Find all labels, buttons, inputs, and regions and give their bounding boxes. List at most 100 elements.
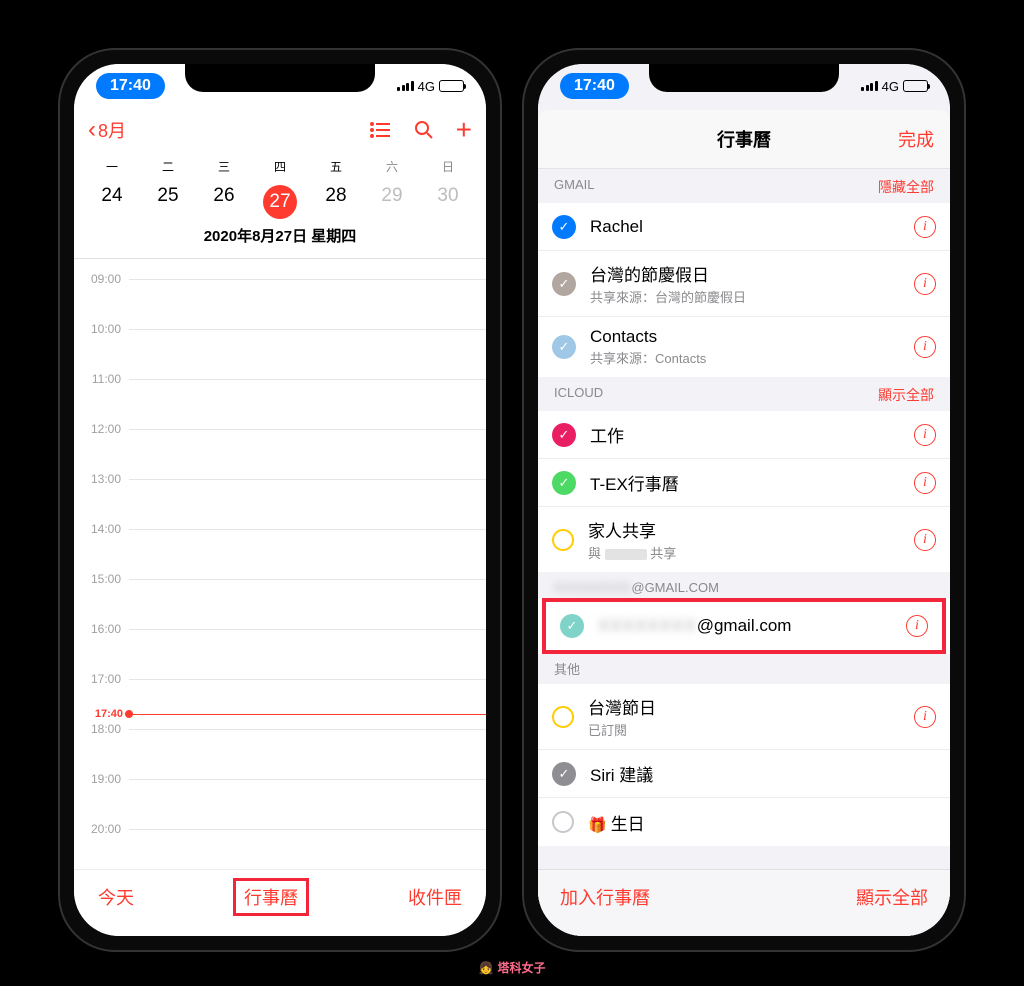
date-title: 2020年8月27日 星期四 xyxy=(84,225,476,252)
watermark: 👧塔科女子 xyxy=(479,959,546,976)
day-cell[interactable]: 26 xyxy=(196,179,252,225)
hour-label: 17:00 xyxy=(74,672,129,686)
search-icon[interactable] xyxy=(414,120,434,140)
hour-label: 11:00 xyxy=(74,372,129,386)
add-calendar-button[interactable]: 加入行事曆 xyxy=(560,884,650,910)
show-all-button[interactable]: 顯示全部 xyxy=(856,884,928,910)
battery-icon xyxy=(903,80,928,92)
section-header: ICLOUD 顯示全部 xyxy=(538,377,950,411)
hour-label: 16:00 xyxy=(74,622,129,636)
hour-row: 10:00 xyxy=(74,329,486,379)
done-button[interactable]: 完成 xyxy=(898,126,934,152)
hour-row: 20:00 xyxy=(74,829,486,869)
day-cell[interactable]: 28 xyxy=(308,179,364,225)
info-icon[interactable]: i xyxy=(906,615,928,637)
calendar-list: ✓Racheli✓台灣的節慶假日共享來源：台灣的節慶假日i✓Contacts共享… xyxy=(538,203,950,377)
status-time[interactable]: 17:40 xyxy=(560,73,629,99)
day-cell[interactable]: 25 xyxy=(140,179,196,225)
info-icon[interactable]: i xyxy=(914,529,936,551)
info-icon[interactable]: i xyxy=(914,336,936,358)
calendars-sheet: 行事曆 完成 GMAIL隱藏全部✓Racheli✓台灣的節慶假日共享來源：台灣的… xyxy=(538,110,950,936)
calendar-row[interactable]: 🎁生日 xyxy=(538,798,950,846)
section-header: XXXXXXXX@GMAIL.COM xyxy=(538,572,950,601)
chevron-left-icon: ‹ xyxy=(88,116,96,144)
weekday-label: 一 xyxy=(84,156,140,177)
calendar-list: ✓工作i✓T-EX行事曆i家人共享與 共享i xyxy=(538,411,950,572)
gift-icon: 🎁 xyxy=(588,817,607,834)
calendar-row[interactable]: ✓T-EX行事曆i xyxy=(538,459,950,507)
calendar-title: 🎁生日 xyxy=(588,810,936,835)
hour-row: 14:00 xyxy=(74,529,486,579)
calendar-check-icon[interactable] xyxy=(552,529,574,551)
hour-row: 16:00 xyxy=(74,629,486,679)
section-header: GMAIL隱藏全部 xyxy=(538,169,950,203)
hour-label: 20:00 xyxy=(74,822,129,836)
calendar-row[interactable]: ✓XXXXXXXX@gmail.comi xyxy=(546,602,942,650)
calendar-subtitle: 共享來源：Contacts xyxy=(590,348,914,367)
list-icon[interactable] xyxy=(370,121,392,139)
hour-label: 12:00 xyxy=(74,422,129,436)
calendars-button[interactable]: 行事曆 xyxy=(244,888,298,908)
weekday-label: 三 xyxy=(196,156,252,177)
info-icon[interactable]: i xyxy=(914,472,936,494)
weekday-label: 四 xyxy=(252,156,308,177)
calendar-row[interactable]: ✓ Siri 建議 xyxy=(538,750,950,798)
calendar-check-icon[interactable]: ✓ xyxy=(552,471,576,495)
hour-row: 09:00 xyxy=(74,279,486,329)
signal-icon xyxy=(861,81,878,91)
calendar-title: Siri 建議 xyxy=(590,761,936,786)
calendar-check-icon[interactable]: ✓ xyxy=(552,762,576,786)
calendar-row[interactable]: ✓ Contacts共享來源：Contactsi xyxy=(538,317,950,377)
calendar-title: Contacts xyxy=(590,327,914,347)
section-action[interactable]: 顯示全部 xyxy=(878,385,934,405)
section-title: 其他 xyxy=(554,659,580,678)
hour-grid[interactable]: 17:40 09:0010:0011:0012:0013:0014:0015:0… xyxy=(74,259,486,869)
inbox-button[interactable]: 收件匣 xyxy=(408,884,462,910)
status-time[interactable]: 17:40 xyxy=(96,73,165,99)
calendar-list: ✓XXXXXXXX@gmail.comi xyxy=(538,598,950,654)
day-cell[interactable]: 24 xyxy=(84,179,140,225)
calendar-check-icon[interactable]: ✓ xyxy=(552,272,576,296)
calendar-check-icon[interactable]: ✓ xyxy=(552,215,576,239)
signal-icon xyxy=(397,81,414,91)
info-icon[interactable]: i xyxy=(914,706,936,728)
back-label: 8月 xyxy=(98,117,126,143)
notch xyxy=(649,64,839,92)
week-header: 一二三四五六日 24252627282930 2020年8月27日 星期四 xyxy=(74,152,486,259)
calendar-row[interactable]: ✓台灣的節慶假日共享來源：台灣的節慶假日i xyxy=(538,251,950,317)
calendar-title: Rachel xyxy=(590,217,914,237)
weekday-label: 五 xyxy=(308,156,364,177)
add-icon[interactable]: + xyxy=(456,120,472,140)
sheet-header: 行事曆 完成 xyxy=(538,110,950,169)
section-action[interactable]: 隱藏全部 xyxy=(878,177,934,197)
calendar-row[interactable]: ✓ Racheli xyxy=(538,203,950,251)
hour-label: 10:00 xyxy=(74,322,129,336)
calendar-row[interactable]: 家人共享與 共享i xyxy=(538,507,950,572)
calendar-check-icon[interactable]: ✓ xyxy=(560,614,584,638)
day-cell[interactable]: 27 xyxy=(252,179,308,225)
calendar-check-icon[interactable]: ✓ xyxy=(552,423,576,447)
hour-label: 19:00 xyxy=(74,772,129,786)
calendar-check-icon[interactable] xyxy=(552,706,574,728)
info-icon[interactable]: i xyxy=(914,273,936,295)
calendar-row[interactable]: 台灣節日已訂閱i xyxy=(538,684,950,750)
hour-label: 18:00 xyxy=(74,722,129,736)
now-time-label: 17:40 xyxy=(74,708,129,720)
day-cell[interactable]: 29 xyxy=(364,179,420,225)
sheet-title: 行事曆 xyxy=(717,126,771,152)
calendar-check-icon[interactable] xyxy=(552,811,574,833)
calendar-title: 工作 xyxy=(590,422,914,447)
back-button[interactable]: ‹ 8月 xyxy=(88,116,126,144)
hour-row: 15:00 xyxy=(74,579,486,629)
section-title: ICLOUD xyxy=(554,385,603,405)
hour-label: 09:00 xyxy=(74,272,129,286)
calendar-check-icon[interactable]: ✓ xyxy=(552,335,576,359)
day-cell[interactable]: 30 xyxy=(420,179,476,225)
info-icon[interactable]: i xyxy=(914,216,936,238)
network-label: 4G xyxy=(418,79,435,94)
today-button[interactable]: 今天 xyxy=(98,884,134,910)
weekday-label: 日 xyxy=(420,156,476,177)
network-label: 4G xyxy=(882,79,899,94)
calendar-row[interactable]: ✓ 工作i xyxy=(538,411,950,459)
info-icon[interactable]: i xyxy=(914,424,936,446)
